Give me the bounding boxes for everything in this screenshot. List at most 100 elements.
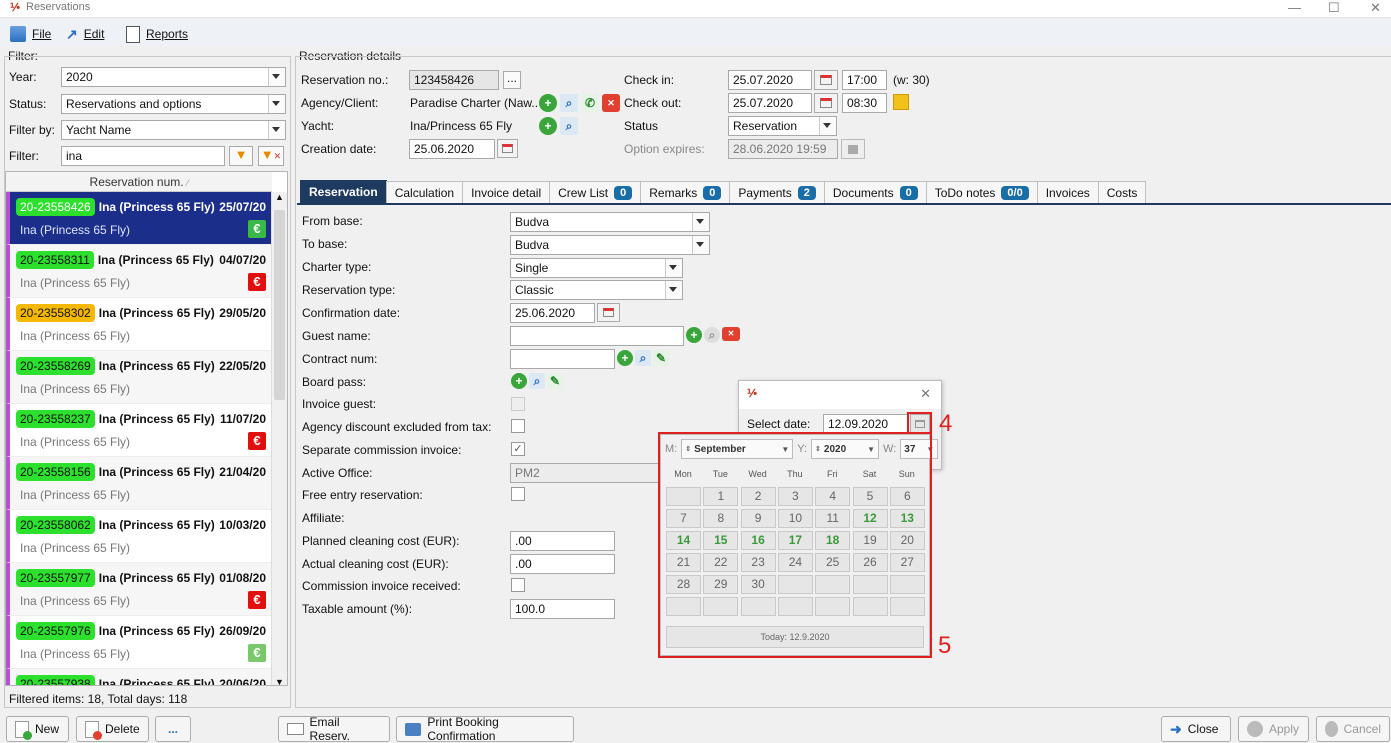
add-icon[interactable]: + [539, 94, 557, 112]
planned-cleaning-field[interactable]: .00 [510, 531, 615, 551]
year-select[interactable]: 2020 [61, 67, 286, 87]
filterby-select[interactable]: Yacht Name [61, 120, 286, 140]
new-button[interactable]: New [6, 716, 69, 742]
tab-label: Calculation [394, 185, 455, 200]
print-confirmation-button[interactable]: Print Booking Confirmation [396, 715, 574, 743]
add-yacht-icon[interactable]: + [539, 117, 557, 135]
maximize-icon[interactable]: ☐ [1328, 0, 1340, 16]
tab-label: Invoices [1045, 185, 1090, 200]
apply-filter-icon[interactable]: ▼ [229, 146, 253, 166]
tab-invoice-detail[interactable]: Invoice detail [462, 181, 551, 203]
add-contract-icon[interactable]: + [617, 350, 633, 366]
agency-value: Paradise Charter (Naw... [410, 96, 538, 110]
list-item[interactable]: 20-23558237 Ina (Princess 65 Fly) 11/07/… [6, 404, 272, 457]
close-button[interactable]: ➜ Close [1161, 716, 1231, 742]
edit-contract-icon[interactable]: ✎ [653, 350, 669, 366]
creation-calendar-icon[interactable] [497, 139, 518, 158]
list-item[interactable]: 20-23558062 Ina (Princess 65 Fly) 10/03/… [6, 510, 272, 563]
add-board-icon[interactable]: + [511, 373, 527, 389]
cancel-button[interactable]: Cancel [1316, 716, 1390, 742]
dialog-close-icon[interactable]: ✕ [920, 386, 931, 402]
checkout-time-field[interactable]: 08:30 [842, 93, 887, 113]
confirmation-calendar-icon[interactable] [597, 303, 620, 322]
checkin-date-field[interactable]: 25.07.2020 [728, 70, 812, 90]
note-icon[interactable] [893, 94, 909, 110]
taxable-amount-field[interactable]: 100.0 [510, 599, 615, 619]
resno-browse-button[interactable]: ... [503, 71, 521, 89]
tab-crew-list[interactable]: Crew List 0 [549, 181, 642, 203]
free-entry-checkbox[interactable] [511, 487, 525, 501]
reservation-num-badge: 20-23558426 [16, 198, 95, 216]
confirmation-date-field[interactable]: 25.06.2020 [510, 303, 595, 323]
reservation-num-badge: 20-23558311 [16, 251, 94, 269]
scroll-down-icon[interactable]: ▼ [274, 677, 285, 685]
list-item[interactable]: 20-23558426 Ina (Princess 65 Fly) 25/07/… [6, 192, 272, 245]
checkin-time-field[interactable]: 17:00 [842, 70, 887, 90]
apply-button[interactable]: Apply [1238, 716, 1309, 742]
checkout-date-field[interactable]: 25.07.2020 [728, 93, 812, 113]
status-select[interactable]: Reservations and options [61, 94, 286, 114]
agency-discount-checkbox[interactable] [511, 419, 525, 433]
search-icon[interactable]: ⌕ [560, 94, 578, 112]
tab-invoices[interactable]: Invoices [1036, 181, 1099, 203]
list-item[interactable]: 20-23557977 Ina (Princess 65 Fly) 01/08/… [6, 563, 272, 616]
search-contract-icon[interactable]: ⌕ [635, 350, 651, 366]
search-board-icon[interactable]: ⌕ [529, 373, 545, 389]
creation-date-field[interactable]: 25.06.2020 [409, 139, 495, 159]
tab-calculation[interactable]: Calculation [385, 181, 464, 203]
remove-icon[interactable]: ✕ [602, 94, 620, 112]
menu-reports[interactable]: Reports [126, 25, 188, 43]
scroll-up-icon[interactable]: ▲ [274, 192, 285, 202]
guest-name-field[interactable] [510, 326, 684, 346]
tab-costs[interactable]: Costs [1097, 181, 1147, 203]
actual-cleaning-field[interactable]: .00 [510, 554, 615, 574]
list-item-top: 20-23558269 Ina (Princess 65 Fly) 22/05/… [16, 357, 266, 375]
tab-count-badge: 0 [614, 185, 633, 200]
tab-payments[interactable]: Payments 2 [729, 181, 825, 203]
cancel-icon [1325, 721, 1338, 737]
add-guest-icon[interactable]: + [686, 327, 702, 343]
status-detail-select[interactable]: Reservation [728, 116, 837, 136]
contract-num-field[interactable] [510, 349, 615, 369]
tab-todo-notes[interactable]: ToDo notes 0/0 [925, 181, 1038, 203]
reservation-type-select[interactable]: Classic [510, 280, 683, 300]
menu-file[interactable]: File [10, 25, 51, 43]
filter-input[interactable]: ina [61, 146, 225, 166]
tab-remarks[interactable]: Remarks 0 [640, 181, 731, 203]
list-item[interactable]: 20-23558269 Ina (Princess 65 Fly) 22/05/… [6, 351, 272, 404]
remove-guest-icon[interactable]: ✕ [722, 327, 740, 341]
charter-type-select[interactable]: Single [510, 258, 683, 278]
email-reservation-button[interactable]: Email Reserv. [278, 715, 390, 743]
separate-commission-checkbox[interactable]: ✓ [511, 442, 525, 456]
menu-edit[interactable]: ↗ Edit [66, 25, 104, 43]
list-item[interactable]: 20-23557976 Ina (Princess 65 Fly) 26/09/… [6, 616, 272, 669]
list-item-top: 20-23558311 Ina (Princess 65 Fly) 04/07/… [16, 251, 266, 269]
list-item[interactable]: 20-23558156 Ina (Princess 65 Fly) 21/04/… [6, 457, 272, 510]
commission-received-checkbox[interactable] [511, 578, 525, 592]
list-header[interactable]: Reservation num. ⁄ [6, 172, 272, 192]
option-label: Option expires: [624, 142, 705, 156]
delete-button[interactable]: Delete [76, 716, 149, 742]
search-yacht-icon[interactable]: ⌕ [560, 117, 578, 135]
tab-label: Reservation [309, 185, 378, 199]
more-button[interactable]: ... [155, 716, 191, 742]
list-scrollbar[interactable]: ▲ ▼ [271, 192, 287, 685]
list-item[interactable]: 20-23558302 Ina (Princess 65 Fly) 29/05/… [6, 298, 272, 351]
tab-reservation[interactable]: Reservation [300, 180, 387, 203]
clear-filter-icon[interactable]: ▼✕ [258, 146, 284, 166]
edit-board-icon[interactable]: ✎ [547, 373, 563, 389]
apply-label: Apply [1269, 722, 1300, 736]
to-base-select[interactable]: Budva [510, 235, 710, 255]
from-base-select[interactable]: Budva [510, 212, 710, 232]
list-item[interactable]: 20-23557938 Ina (Princess 65 Fly) 20/06/… [6, 669, 272, 685]
search-guest-icon[interactable]: ⌕ [704, 327, 720, 343]
minimize-icon[interactable]: — [1288, 0, 1301, 15]
checkin-calendar-icon[interactable] [814, 70, 838, 90]
checkout-calendar-icon[interactable] [814, 93, 838, 113]
tab-documents[interactable]: Documents 0 [823, 181, 927, 203]
scroll-thumb[interactable] [274, 210, 285, 400]
phone-icon[interactable]: ✆ [581, 94, 599, 112]
list-item[interactable]: 20-23558311 Ina (Princess 65 Fly) 04/07/… [6, 245, 272, 298]
close-window-icon[interactable]: ✕ [1370, 0, 1381, 16]
select-date-field[interactable]: 12.09.2020 [823, 414, 909, 434]
